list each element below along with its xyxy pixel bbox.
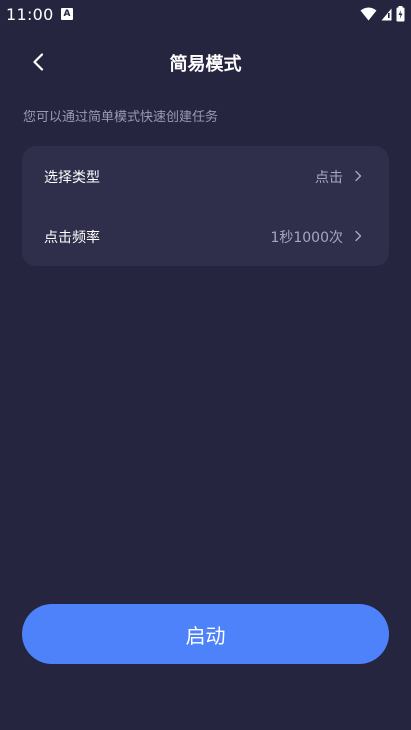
- chevron-right-icon: [355, 230, 362, 242]
- app-notification-icon: A: [61, 8, 73, 20]
- settings-card: 选择类型 点击 点击频率 1秒1000次: [22, 146, 389, 266]
- click-frequency-label: 点击频率: [44, 230, 100, 246]
- navigation-bar: [0, 726, 411, 730]
- select-type-value: 点击: [315, 170, 343, 186]
- status-bar: 11:00 A: [0, 0, 411, 28]
- page-title: 简易模式: [169, 54, 242, 75]
- select-type-label: 选择类型: [44, 170, 100, 186]
- wifi-icon: [360, 7, 377, 21]
- start-button[interactable]: 启动: [22, 604, 389, 664]
- click-frequency-value: 1秒1000次: [270, 230, 343, 246]
- status-icons: [360, 5, 405, 23]
- chevron-right-icon: [355, 170, 362, 182]
- battery-icon: [396, 6, 405, 22]
- signal-icon: [381, 8, 392, 21]
- header: 简易模式: [0, 40, 411, 84]
- click-frequency-row[interactable]: 点击频率 1秒1000次: [22, 206, 389, 266]
- page-subtitle: 您可以通过简单模式快速创建任务: [23, 110, 219, 125]
- select-type-row[interactable]: 选择类型 点击: [22, 146, 389, 206]
- status-time: 11:00: [6, 5, 54, 24]
